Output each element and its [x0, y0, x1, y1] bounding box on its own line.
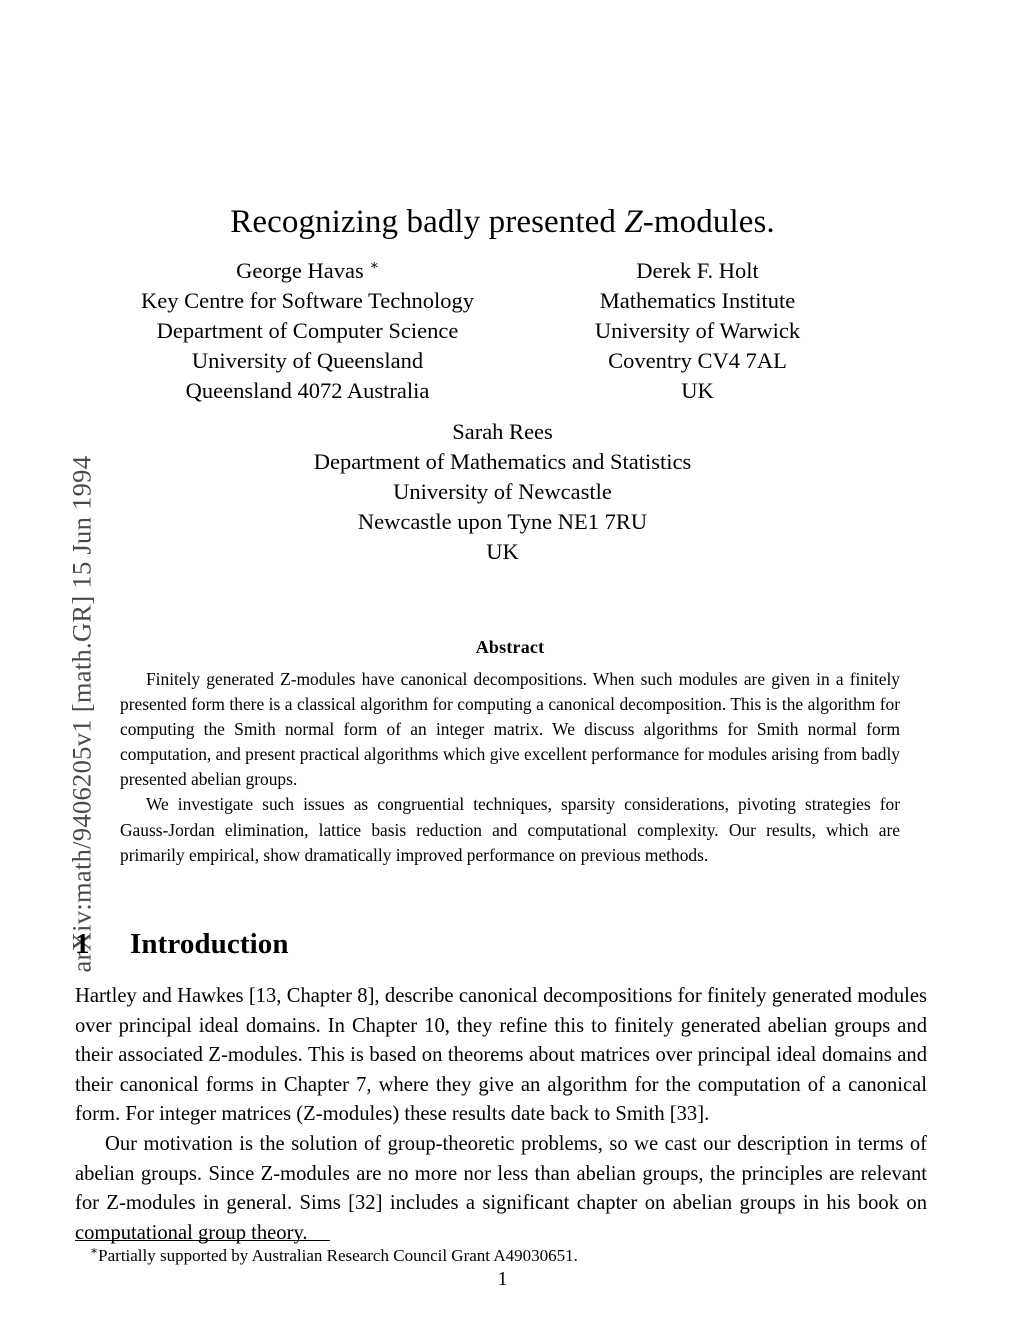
affiliation-line: Mathematics Institute [599, 288, 796, 313]
section-number: 1 [75, 928, 90, 960]
footnote-text: ∗Partially supported by Australian Resea… [90, 1243, 930, 1267]
author-column-left: George Havas ∗ Key Centre for Software T… [113, 256, 503, 406]
abstract-paragraph: We investigate such issues as congruenti… [120, 794, 900, 865]
affiliation-line: UK [681, 378, 714, 403]
affiliation-line: Newcastle upon Tyne NE1 7RU [357, 509, 648, 534]
affiliation-line: Key Centre for Software Technology [141, 288, 474, 313]
title-math-variable: Z [624, 204, 643, 241]
section-title: Introduction [130, 928, 289, 960]
author-block-center: Sarah Rees Department of Mathematics and… [75, 417, 930, 567]
author-name-holt: Derek F. Holt [636, 258, 759, 283]
author-name-havas: George Havas ∗ [113, 256, 503, 286]
author-name-rees: Sarah Rees [452, 419, 553, 444]
abstract-body: Finitely generated Z-modules have canoni… [120, 667, 900, 868]
affiliation-line: UK [486, 539, 519, 564]
affiliation-line: Coventry CV4 7AL [608, 348, 787, 373]
page-number: 1 [497, 1268, 508, 1290]
affiliation-line: University of Queensland [191, 348, 424, 373]
affiliation-line: University of Warwick [594, 318, 801, 343]
page-title: Recognizing badly presented Z-modules. [75, 204, 930, 242]
author-name-havas-text: George Havas [236, 258, 364, 283]
footnote-marker-icon: ∗ [90, 1243, 99, 1258]
title-part-before: Recognizing badly presented [230, 204, 625, 241]
paper-page: Recognizing badly presented Z-modules. G… [0, 0, 1020, 1320]
body-paragraph: Hartley and Hawkes [13, Chapter 8], desc… [75, 985, 927, 1126]
affiliation-line: Queensland 4072 Australia [185, 378, 430, 403]
abstract-heading: Abstract [475, 637, 545, 657]
footnote-rule [75, 1240, 330, 1241]
footnote-body: Partially supported by Australian Resear… [98, 1246, 578, 1265]
footnote-marker-icon: ∗ [369, 258, 379, 274]
author-block-row: George Havas ∗ Key Centre for Software T… [75, 256, 930, 406]
body-paragraph: Our motivation is the solution of group-… [75, 1132, 927, 1244]
affiliation-line: Department of Computer Science [156, 318, 459, 343]
section-heading-introduction: 1 Introduction [75, 928, 930, 961]
body-text: Hartley and Hawkes [13, Chapter 8], desc… [75, 982, 927, 1248]
title-part-after: -modules. [642, 204, 775, 241]
author-column-right: Derek F. Holt Mathematics Institute Univ… [503, 256, 893, 406]
affiliation-line: Department of Mathematics and Statistics [313, 449, 692, 474]
abstract-paragraph: Finitely generated Z-modules have canoni… [120, 669, 900, 790]
affiliation-line: University of Newcastle [393, 479, 612, 504]
